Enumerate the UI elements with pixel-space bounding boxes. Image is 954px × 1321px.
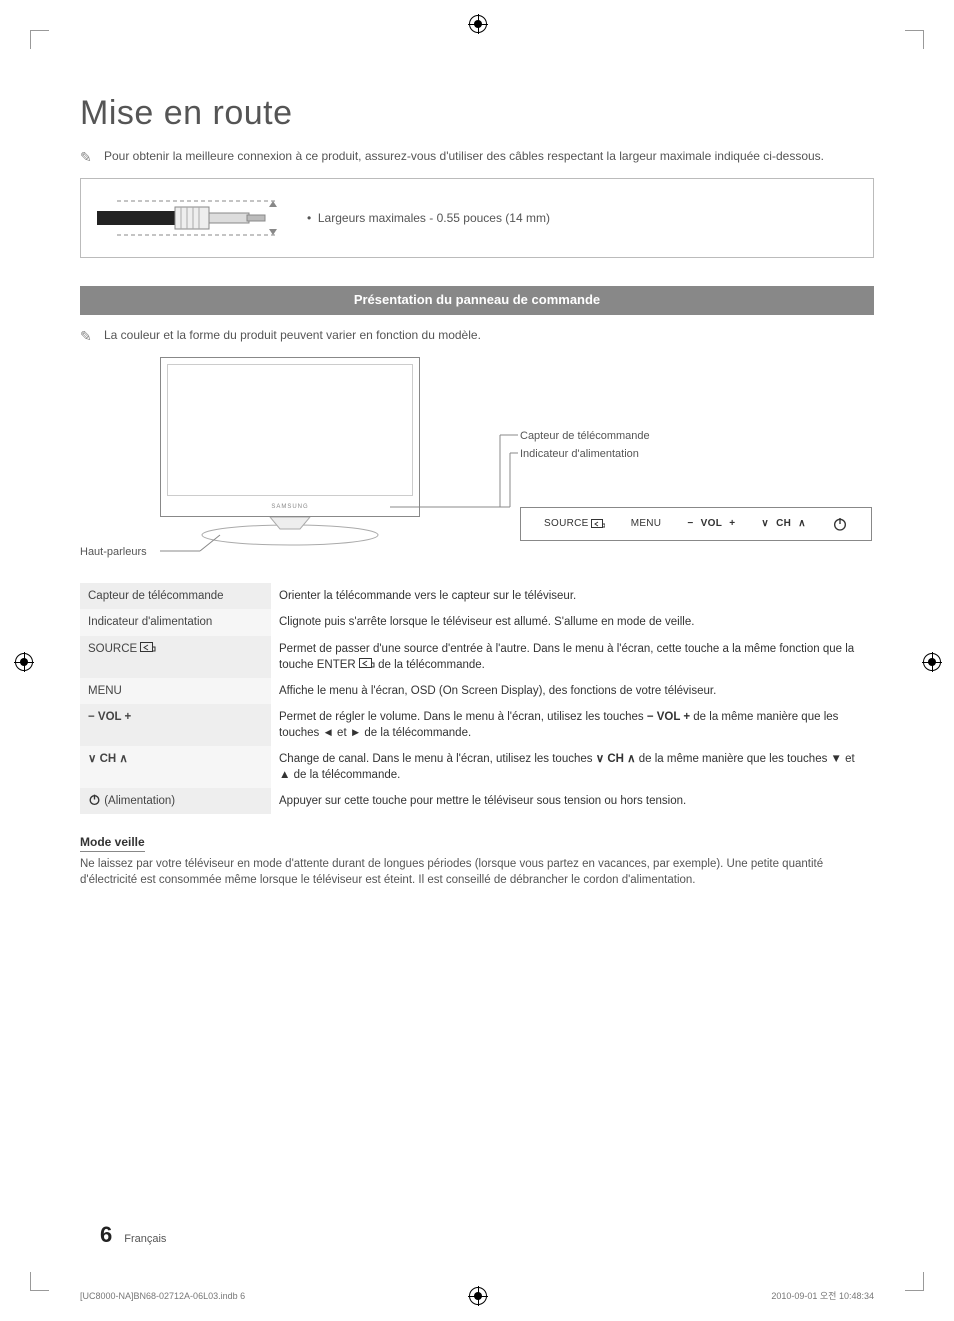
registration-mark-icon: [469, 15, 485, 31]
table-row: (Alimentation) Appuyer sur cette touche …: [80, 788, 874, 814]
note-icon: ✎: [80, 327, 92, 347]
page-title: Mise en route: [80, 90, 874, 138]
section-heading: Présentation du panneau de commande: [80, 286, 874, 314]
page-number: 6: [100, 1220, 112, 1251]
row-desc: Clignote puis s'arrête lorsque le télévi…: [271, 609, 874, 635]
registration-mark-icon: [15, 653, 31, 669]
panel-menu: MENU: [631, 517, 662, 531]
standby-text: Ne laissez par votre téléviseur en mode …: [80, 856, 874, 888]
row-label: − VOL +: [80, 704, 271, 746]
table-row: Capteur de télécommande Orienter la télé…: [80, 583, 874, 609]
panel-channel: ∨ CH ∧: [761, 517, 805, 531]
note-variation-text: La couleur et la forme du produit peuven…: [104, 328, 481, 342]
print-metadata: [UC8000-NA]BN68-02712A-06L03.indb 6 2010…: [80, 1290, 874, 1303]
table-row: SOURCE Permet de passer d'une source d'e…: [80, 636, 874, 678]
row-desc: Appuyer sur cette touche pour mettre le …: [271, 788, 874, 814]
row-desc: Affiche le menu à l'écran, OSD (On Scree…: [271, 678, 874, 704]
trim-mark: [905, 1272, 924, 1291]
print-file: [UC8000-NA]BN68-02712A-06L03.indb 6: [80, 1290, 245, 1303]
table-row: ∨ CH ∧ Change de canal. Dans le menu à l…: [80, 746, 874, 788]
panel-volume: − VOL +: [687, 517, 735, 531]
enter-icon: [591, 519, 605, 530]
standby-heading: Mode veille: [80, 834, 145, 852]
power-icon: [832, 516, 848, 532]
table-row: Indicateur d'alimentation Clignote puis …: [80, 609, 874, 635]
trim-mark: [30, 30, 49, 49]
note-icon: ✎: [80, 148, 92, 168]
row-label: Indicateur d'alimentation: [80, 609, 271, 635]
table-row: MENU Affiche le menu à l'écran, OSD (On …: [80, 678, 874, 704]
enter-icon: [359, 658, 375, 670]
note-cable-text: Pour obtenir la meilleure connexion à ce…: [104, 149, 824, 163]
row-label: (Alimentation): [80, 788, 271, 814]
diagram-label-power-indicator: Indicateur d'alimentation: [520, 447, 639, 462]
row-label: ∨ CH ∧: [80, 746, 271, 788]
row-label: MENU: [80, 678, 271, 704]
tv-diagram: SAMSUNG Capteur de télécommande Indicate…: [160, 357, 874, 567]
note-variation: ✎ La couleur et la forme du produit peuv…: [80, 327, 874, 344]
power-icon: [88, 793, 101, 806]
enter-icon: [140, 642, 156, 654]
panel-source: SOURCE: [544, 517, 605, 531]
row-desc: Permet de passer d'une source d'entrée à…: [271, 636, 874, 678]
control-description-table: Capteur de télécommande Orienter la télé…: [80, 583, 874, 814]
trim-mark: [905, 30, 924, 49]
page-footer: 6 Français: [100, 1220, 166, 1251]
table-row: − VOL + Permet de régler le volume. Dans…: [80, 704, 874, 746]
row-label: SOURCE: [80, 636, 271, 678]
diagram-label-sensor: Capteur de télécommande: [520, 429, 650, 444]
page-language: Français: [124, 1232, 166, 1247]
trim-mark: [30, 1272, 49, 1291]
cable-spec-box: • Largeurs maximales - 0.55 pouces (14 m…: [80, 178, 874, 258]
panel-power: [832, 516, 848, 532]
note-cable: ✎ Pour obtenir la meilleure connexion à …: [80, 148, 874, 165]
row-desc: Permet de régler le volume. Dans le menu…: [271, 704, 874, 746]
row-desc: Change de canal. Dans le menu à l'écran,…: [271, 746, 874, 788]
cable-illustration: [97, 193, 277, 243]
cable-spec-text: Largeurs maximales - 0.55 pouces (14 mm): [318, 211, 550, 225]
row-label: Capteur de télécommande: [80, 583, 271, 609]
registration-mark-icon: [923, 653, 939, 669]
print-timestamp: 2010-09-01 오전 10:48:34: [771, 1290, 874, 1303]
row-desc: Orienter la télécommande vers le capteur…: [271, 583, 874, 609]
diagram-label-speakers: Haut-parleurs: [80, 545, 147, 560]
control-panel: SOURCE MENU − VOL + ∨ CH ∧: [520, 507, 872, 541]
